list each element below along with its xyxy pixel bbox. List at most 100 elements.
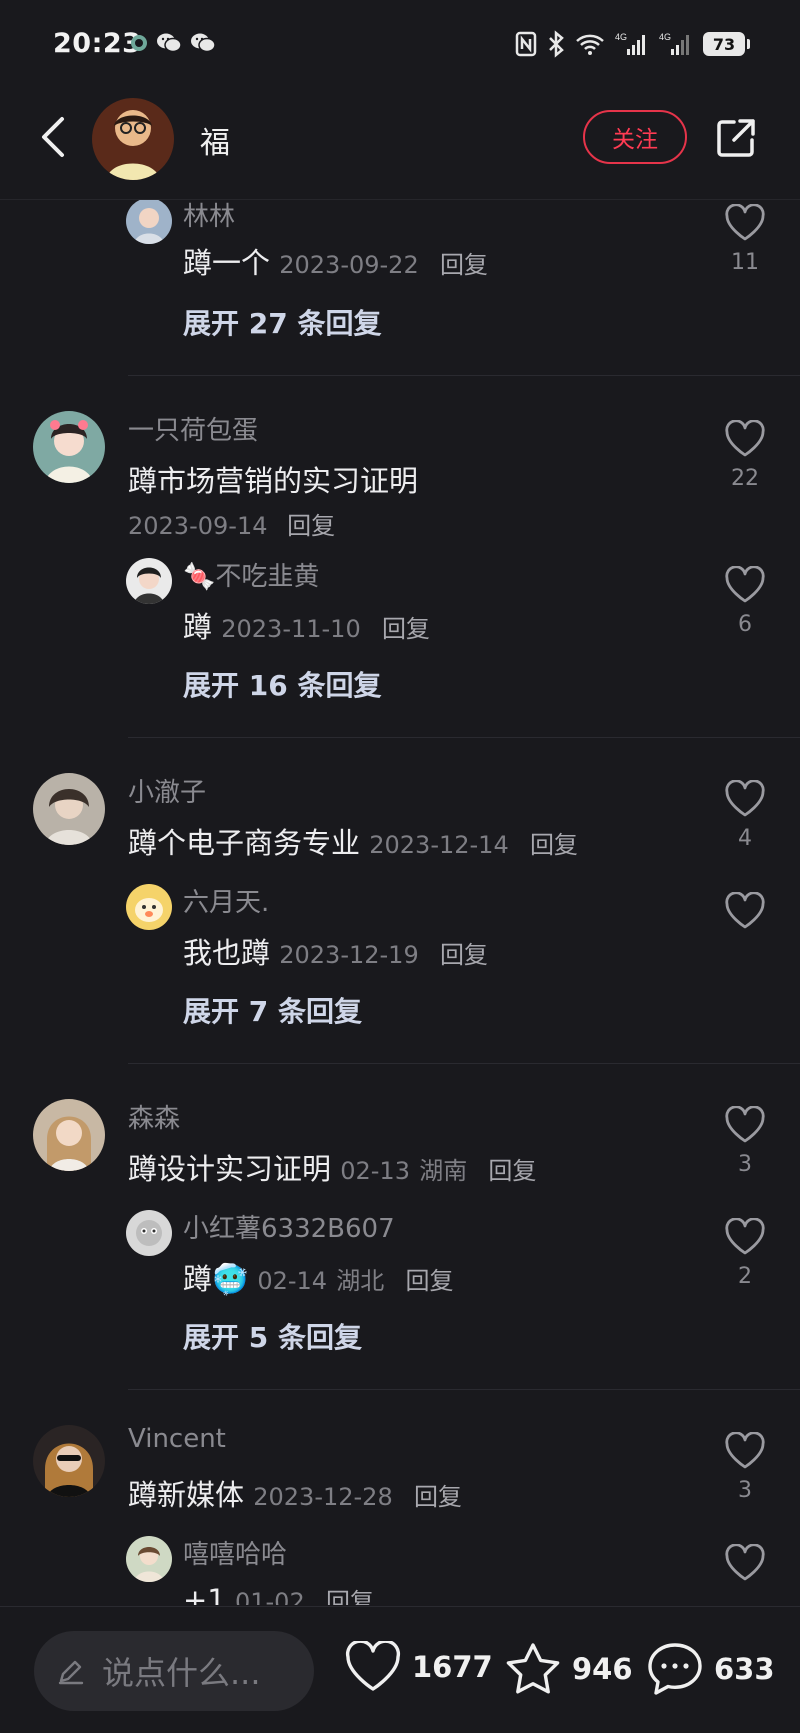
status-system-icons: 4G 4G 73 <box>515 30 750 58</box>
status-notification-icons <box>130 32 216 54</box>
reply-button[interactable]: 回复 <box>488 1157 536 1185</box>
comment-date: 2023-12-14 <box>369 831 509 859</box>
like-button[interactable]: 3 <box>715 1106 775 1177</box>
signal-icon: 4G <box>659 32 689 55</box>
avatar[interactable] <box>33 773 105 845</box>
reply-user-name[interactable]: 小红薯6332B607 <box>183 1208 395 1245</box>
reply-user-name[interactable]: 六月天. <box>183 882 269 919</box>
reply-user-name[interactable]: 🍬不吃韭黄 <box>183 556 319 593</box>
comment-user-name[interactable]: 小澈子 <box>128 772 206 809</box>
comment-text-line: 蹲新媒体 2023-12-28 回复 <box>128 1472 462 1514</box>
reply-text: 蹲🥶 <box>183 1262 249 1296</box>
reply-text: 蹲一个 <box>183 246 271 280</box>
avatar[interactable] <box>33 1425 105 1497</box>
follow-button[interactable]: 关注 <box>583 110 687 164</box>
like-button[interactable]: 6 <box>715 566 775 637</box>
comment-input-placeholder: 说点什么... <box>102 1654 261 1692</box>
reply-text-line: 我也蹲 2023-12-19 回复 <box>183 930 488 972</box>
note-header: 福 关注 <box>0 90 800 200</box>
reply-date: 2023-09-22 <box>279 251 419 279</box>
status-time: 20:23 <box>53 28 142 59</box>
like-button[interactable]: 22 <box>715 420 775 491</box>
reply-button[interactable]: 回复 <box>326 1588 374 1605</box>
divider <box>128 1063 800 1064</box>
svg-text:4G: 4G <box>615 32 627 42</box>
wechat-icon <box>191 33 216 53</box>
avatar[interactable] <box>126 558 172 604</box>
comment-text: 蹲个电子商务专业 <box>128 826 361 860</box>
reply-button[interactable]: 回复 <box>440 251 488 279</box>
like-button[interactable] <box>715 892 775 930</box>
like-count: 11 <box>731 250 759 275</box>
status-bar: 20:23 4G 4G 73 <box>0 0 800 90</box>
comment-text: 蹲新媒体 <box>128 1478 245 1512</box>
like-note-button[interactable]: 1677 <box>344 1641 493 1693</box>
comment-date: 2023-09-14 <box>128 512 268 540</box>
svg-text:4G: 4G <box>659 32 671 42</box>
heart-icon <box>725 1432 765 1469</box>
back-button[interactable] <box>28 112 78 162</box>
reply-user-name[interactable]: 林林 <box>183 200 235 233</box>
divider <box>128 1389 800 1390</box>
back-arrow-icon <box>42 117 64 157</box>
reply-button[interactable]: 回复 <box>414 1483 462 1511</box>
avatar[interactable] <box>33 1099 105 1171</box>
comment-text-line: 蹲设计实习证明 02-13 湖南 回复 <box>128 1146 536 1188</box>
heart-icon <box>345 1641 401 1691</box>
avatar[interactable] <box>126 200 172 244</box>
heart-icon <box>725 204 765 241</box>
wechat-icon <box>157 33 182 53</box>
reply-date: 01-02 <box>234 1588 305 1605</box>
heart-icon <box>725 1544 765 1581</box>
author-avatar[interactable] <box>92 98 174 180</box>
share-button[interactable] <box>708 110 764 166</box>
heart-icon <box>725 1218 765 1255</box>
avatar[interactable] <box>126 1210 172 1256</box>
comment-text: 蹲市场营销的实习证明 <box>128 464 419 498</box>
heart-icon <box>725 420 765 457</box>
reply-button[interactable]: 回复 <box>406 1267 454 1295</box>
battery-indicator: 73 <box>703 32 750 56</box>
expand-replies-button[interactable]: 展开 7 条回复 <box>183 990 362 1030</box>
chat-bubble-icon <box>648 1643 702 1695</box>
expand-replies-button[interactable]: 展开 5 条回复 <box>183 1316 362 1356</box>
author-name[interactable]: 福 <box>200 118 230 162</box>
reply-button[interactable]: 回复 <box>287 512 335 540</box>
signal-icon: 4G <box>615 32 645 55</box>
comment-date: 2023-12-28 <box>253 1483 393 1511</box>
reply-text-line: 蹲🥶 02-14 湖北 回复 <box>183 1256 454 1298</box>
comment-input[interactable]: 说点什么... <box>34 1631 314 1711</box>
avatar[interactable] <box>33 411 105 483</box>
like-count: 22 <box>731 466 759 491</box>
heart-icon <box>725 566 765 603</box>
reply-button[interactable]: 回复 <box>530 831 578 859</box>
wifi-icon <box>576 34 604 55</box>
reply-text-line: 蹲 2023-11-10 回复 <box>183 604 430 646</box>
avatar[interactable] <box>126 1536 172 1582</box>
comment-user-name[interactable]: Vincent <box>128 1424 226 1454</box>
like-button[interactable]: 4 <box>715 780 775 851</box>
reply-text: 我也蹲 <box>183 936 271 970</box>
reply-text-line: 蹲一个 2023-09-22 回复 <box>183 240 488 282</box>
like-count: 3 <box>738 1478 752 1503</box>
reply-text-line: +1 01-02 回复 <box>183 1582 374 1605</box>
comment-user-name[interactable]: 一只荷包蛋 <box>128 410 258 447</box>
like-button[interactable] <box>715 1544 775 1582</box>
like-button[interactable]: 11 <box>715 204 775 275</box>
reply-user-name[interactable]: 嘻嘻哈哈 <box>183 1534 287 1571</box>
pencil-icon <box>58 1660 84 1685</box>
like-button[interactable]: 2 <box>715 1218 775 1289</box>
like-button[interactable]: 3 <box>715 1432 775 1503</box>
comment-user-name[interactable]: 森森 <box>128 1098 180 1135</box>
comment-list[interactable]: 林林 蹲一个 2023-09-22 回复 11 展开 27 条回复 一只荷包蛋 … <box>0 200 800 1605</box>
reply-button[interactable]: 回复 <box>440 941 488 969</box>
reply-button[interactable]: 回复 <box>382 615 430 643</box>
expand-replies-button[interactable]: 展开 27 条回复 <box>183 302 381 342</box>
avatar[interactable] <box>126 884 172 930</box>
favorite-button[interactable]: 946 <box>504 1641 633 1697</box>
comment-count: 633 <box>714 1652 775 1686</box>
comment-count-button[interactable]: 633 <box>646 1641 775 1697</box>
star-icon <box>506 1643 560 1694</box>
expand-replies-button[interactable]: 展开 16 条回复 <box>183 664 381 704</box>
reply-date: 2023-12-19 <box>279 941 419 969</box>
